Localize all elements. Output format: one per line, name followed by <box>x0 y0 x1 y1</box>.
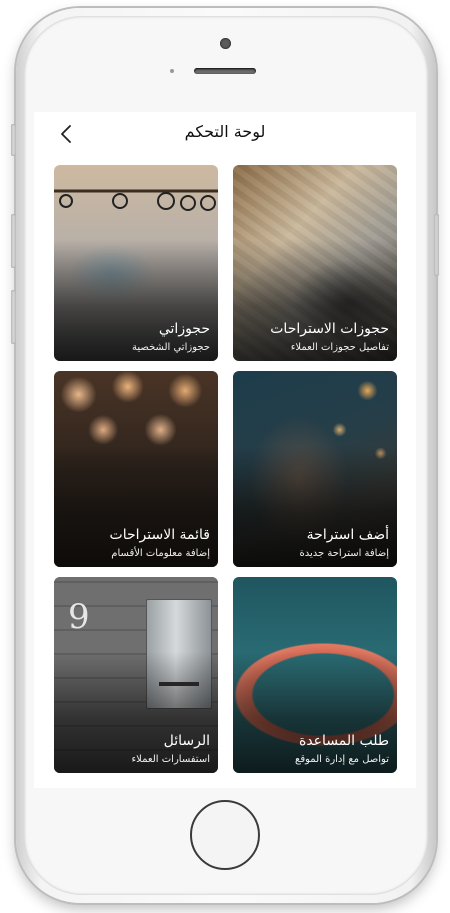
proximity-sensor <box>170 69 174 73</box>
app-screen: لوحة التحكم حجوزات الاستراحات تفاصيل حجو… <box>34 112 416 788</box>
mute-switch <box>11 124 16 156</box>
earpiece-speaker <box>194 68 256 74</box>
card-title: الرسائل <box>163 733 210 749</box>
card-title: حجوزاتي <box>158 321 210 337</box>
front-camera <box>220 38 231 49</box>
volume-up-button <box>11 214 16 268</box>
card-title: طلب المساعدة <box>298 733 389 749</box>
card-title: قائمة الاستراحات <box>109 527 210 543</box>
card-messages[interactable]: 9 الرسائل استفسارات العملاء <box>54 577 218 773</box>
card-title: أضف استراحة <box>306 527 389 543</box>
card-subtitle: إضافة استراحة جديدة <box>299 548 389 559</box>
card-subtitle: استفسارات العملاء <box>131 754 210 765</box>
home-button[interactable] <box>190 800 260 870</box>
card-subtitle: تفاصيل حجوزات العملاء <box>290 342 389 353</box>
card-subtitle: تواصل مع إدارة الموقع <box>295 754 389 765</box>
card-resort-list[interactable]: قائمة الاستراحات إضافة معلومات الأقسام <box>54 371 218 567</box>
volume-down-button <box>11 290 16 344</box>
card-title: حجوزات الاستراحات <box>270 321 389 337</box>
card-subtitle: حجوزاتي الشخصية <box>132 342 210 353</box>
dashboard-grid: حجوزات الاستراحات تفاصيل حجوزات العملاء … <box>34 112 416 788</box>
card-subtitle: إضافة معلومات الأقسام <box>111 548 210 559</box>
card-resort-bookings[interactable]: حجوزات الاستراحات تفاصيل حجوزات العملاء <box>233 165 397 361</box>
power-button <box>434 214 439 276</box>
card-help-request[interactable]: طلب المساعدة تواصل مع إدارة الموقع <box>233 577 397 773</box>
card-add-resort[interactable]: أضف استراحة إضافة استراحة جديدة <box>233 371 397 567</box>
card-my-bookings[interactable]: حجوزاتي حجوزاتي الشخصية <box>54 165 218 361</box>
